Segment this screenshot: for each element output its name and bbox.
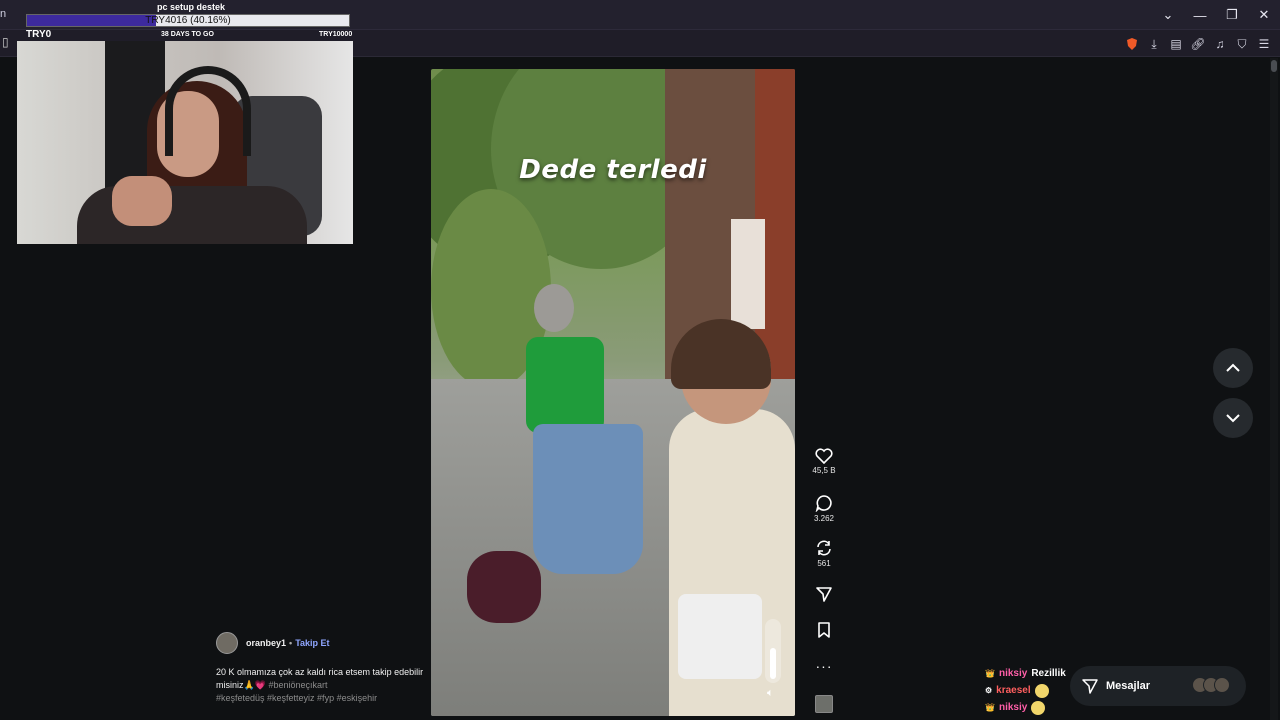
donation-goal-widget: pc setup destek TRY4016 (40.16%) TRY0 38… xyxy=(22,0,352,40)
donation-goal: TRY10000 xyxy=(319,31,353,38)
video-dancer-head xyxy=(534,284,574,332)
heart-icon xyxy=(815,448,833,464)
author-name[interactable]: oranbey1 xyxy=(246,638,286,648)
post-hashtags[interactable]: #keşfetedüş #keşfetteyiz #fyp #eskişehir xyxy=(216,693,377,703)
volume-icon[interactable]: 🔈︎ xyxy=(767,687,774,700)
minimize-icon[interactable]: — xyxy=(1184,8,1216,23)
messages-label: Mesajlar xyxy=(1106,680,1151,692)
page-scrollbar[interactable] xyxy=(1270,58,1278,720)
volume-slider-fill xyxy=(770,648,776,679)
chat-badge-icon: 👑 xyxy=(985,703,995,712)
bookmark-outline-icon xyxy=(818,622,830,638)
like-count: 45,5 B xyxy=(812,466,836,475)
post-caption: 20 K olmamıza çok az kaldı rica etsem ta… xyxy=(216,666,426,705)
menu-icon[interactable]: ☰ xyxy=(1254,34,1274,54)
chevron-up-icon xyxy=(1226,363,1240,372)
donation-title: pc setup destek xyxy=(157,2,226,12)
comment-count: 3.262 xyxy=(813,514,835,523)
shield-icon[interactable]: ⛉ xyxy=(1232,34,1252,54)
chat-badge-icon: ⚙ xyxy=(985,686,993,695)
chat-username: kraesel xyxy=(996,685,1031,696)
chat-username: niksiy xyxy=(998,668,1028,679)
save-icon[interactable]: ▤ xyxy=(1166,34,1186,54)
toolbar-icons: ⤓ ▤ 🔗︎ ♫ ⛉ ☰ xyxy=(1122,34,1274,54)
emote-icon xyxy=(1034,683,1049,698)
repost-count: 561 xyxy=(817,559,831,568)
chat-badge-icon: 👑 xyxy=(985,669,995,678)
donation-current: TRY0 xyxy=(26,29,52,40)
chevron-down-icon xyxy=(1226,414,1240,423)
post-details: oranbey1 • Takip Et 20 K olmamıza çok az… xyxy=(216,632,426,705)
webcam-feed xyxy=(17,41,353,244)
send-icon xyxy=(816,587,832,602)
next-video-button[interactable] xyxy=(1213,398,1253,438)
like-button[interactable]: 45,5 B xyxy=(806,448,842,475)
save-post-button[interactable] xyxy=(806,621,842,639)
emote-icon xyxy=(1031,700,1046,715)
follow-button[interactable]: Takip Et xyxy=(295,638,329,648)
webcam-headset xyxy=(165,66,251,156)
brave-shield-icon[interactable] xyxy=(1122,34,1142,54)
avatar xyxy=(1214,677,1230,693)
music-icon[interactable]: ♫ xyxy=(1210,34,1230,54)
author-separator: • xyxy=(289,638,293,648)
video-player[interactable]: Dede terledi 🔈︎ xyxy=(431,69,795,716)
link-icon[interactable]: 🔗︎ xyxy=(1188,34,1208,54)
chat-text: Rezillik xyxy=(1031,668,1066,679)
close-icon[interactable]: ✕ xyxy=(1248,7,1280,23)
avatar[interactable] xyxy=(216,632,238,654)
creator-avatar-thumbnail[interactable] xyxy=(815,695,833,713)
repost-button[interactable]: 561 xyxy=(806,539,842,568)
send-icon xyxy=(1082,679,1098,694)
chat-username: niksiy xyxy=(998,702,1028,713)
video-dancer-top xyxy=(526,337,604,433)
volume-slider[interactable] xyxy=(765,619,781,683)
post-hashtag[interactable]: #beniöneçıkart xyxy=(268,680,327,690)
tab-list-chevron-down-icon[interactable]: ⌄ xyxy=(1152,7,1184,23)
donation-progress-bar: TRY4016 (40.16%) xyxy=(26,14,350,27)
browser-tab[interactable]: n xyxy=(0,8,6,20)
more-options-icon[interactable]: ··· xyxy=(806,658,842,674)
video-handbag xyxy=(678,594,762,679)
messages-button[interactable]: Mesajlar xyxy=(1070,666,1246,706)
screen: n ⌄ — ❐ ✕ ⤓ ▤ 🔗︎ ♫ ⛉ ☰ ▯ pc setup destek… xyxy=(0,0,1280,720)
video-sign xyxy=(731,219,765,329)
download-icon[interactable]: ⤓ xyxy=(1144,34,1164,54)
bookmark-icon[interactable]: ▯ xyxy=(2,35,9,49)
video-guitar-case xyxy=(467,551,541,623)
donation-amount: TRY4016 (40.16%) xyxy=(145,15,231,26)
video-caption: Dede terledi xyxy=(519,155,707,185)
comment-button[interactable]: 3.262 xyxy=(806,494,842,523)
previous-video-button[interactable] xyxy=(1213,348,1253,388)
restore-icon[interactable]: ❐ xyxy=(1216,7,1248,23)
repost-icon xyxy=(817,540,831,556)
page-scrollbar-thumb[interactable] xyxy=(1271,60,1277,72)
messages-avatars xyxy=(1192,677,1230,693)
window-controls: ⌄ — ❐ ✕ xyxy=(1152,0,1280,30)
comment-icon xyxy=(815,495,832,512)
webcam-person-hand xyxy=(112,176,172,226)
donation-days-left: 38 DAYS TO GO xyxy=(161,31,214,38)
share-button[interactable] xyxy=(806,585,842,603)
video-dancer-skirt xyxy=(533,424,643,574)
author-row: oranbey1 • Takip Et xyxy=(216,632,426,654)
